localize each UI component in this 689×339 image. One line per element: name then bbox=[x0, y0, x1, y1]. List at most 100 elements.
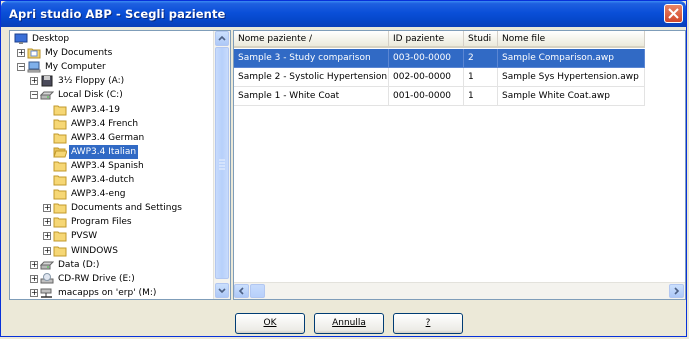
tree-item[interactable]: AWP3.4 German bbox=[10, 131, 215, 145]
folder-open-icon bbox=[53, 146, 68, 158]
cell-studies: 2 bbox=[464, 49, 498, 68]
tree-item-label: CD-RW Drive (E:) bbox=[58, 273, 135, 284]
tree-item-label: AWP3.4-dutch bbox=[71, 175, 135, 185]
tree-item[interactable]: AWP3.4-dutch bbox=[10, 173, 215, 187]
cell-patient-id: 002-00-0000 bbox=[389, 68, 464, 87]
expand-icon[interactable]: + bbox=[43, 246, 51, 255]
ok-button-label: OK bbox=[263, 318, 277, 328]
cancel-button-label: Annulla bbox=[332, 318, 366, 328]
folder-icon bbox=[53, 118, 67, 130]
patient-list[interactable]: Nome paziente / ID paziente Studi Nome f… bbox=[233, 30, 686, 300]
tree-item[interactable]: AWP3.4 Spanish bbox=[10, 159, 215, 173]
tree-item[interactable]: + Documents and Settings bbox=[10, 201, 215, 215]
folder-icon bbox=[53, 174, 67, 186]
folder-icon bbox=[53, 160, 67, 172]
close-button[interactable] bbox=[664, 4, 683, 23]
tree-item-label: 3½ Floppy (A:) bbox=[58, 76, 125, 87]
dialog-window: Apri studio ABP - Scegli paziente Deskto… bbox=[0, 0, 687, 337]
cell-patient-name: Sample 1 - White Coat bbox=[234, 87, 389, 106]
tree-item-label: Program Files bbox=[71, 217, 132, 228]
window-title: Apri studio ABP - Scegli paziente bbox=[9, 7, 226, 21]
column-header-patient-name[interactable]: Nome paziente / bbox=[234, 31, 389, 48]
floppy-icon bbox=[40, 75, 54, 87]
tree-item-label: Data (D:) bbox=[58, 259, 100, 270]
tree-item-label: My Documents bbox=[45, 48, 113, 59]
tree-item[interactable]: + WINDOWS bbox=[10, 244, 215, 258]
expand-icon[interactable]: + bbox=[43, 218, 51, 227]
expand-icon[interactable]: + bbox=[43, 232, 51, 241]
hard-drive-icon bbox=[39, 89, 55, 101]
network-drive-icon bbox=[40, 287, 54, 299]
collapse-icon[interactable]: − bbox=[17, 63, 25, 72]
tree-item-label: Local Disk (C:) bbox=[58, 90, 123, 101]
column-header-studies[interactable]: Studi bbox=[464, 31, 498, 48]
expand-icon[interactable]: + bbox=[30, 77, 38, 86]
tree-item-label: Desktop bbox=[32, 34, 70, 44]
cancel-button[interactable]: Annulla bbox=[314, 313, 384, 334]
button-bar: OK Annulla ? bbox=[4, 307, 685, 335]
tree-item[interactable]: − Local Disk (C:) bbox=[10, 88, 215, 102]
scroll-up-button[interactable] bbox=[215, 31, 229, 46]
tree-item-label: WINDOWS bbox=[71, 245, 118, 256]
tree-item-label: AWP3.4 Spanish bbox=[71, 160, 144, 171]
tree-item[interactable]: + PVSW bbox=[10, 229, 215, 243]
cell-patient-name: Sample 2 - Systolic Hypertension bbox=[234, 68, 389, 87]
expand-icon[interactable]: + bbox=[17, 49, 25, 58]
tree-item[interactable]: + macapps on 'erp' (M:) bbox=[10, 286, 215, 299]
tree-item-label: AWP3.4 German bbox=[71, 132, 145, 143]
cell-file-name: Sample Comparison.awp bbox=[498, 49, 645, 68]
cell-studies: 1 bbox=[464, 87, 498, 106]
scroll-down-button[interactable] bbox=[215, 283, 229, 298]
tree-item-label: Documents and Settings bbox=[71, 203, 182, 214]
tree-item-label: AWP3.4 Italian bbox=[69, 144, 139, 159]
cell-patient-id: 003-00-0000 bbox=[389, 49, 464, 68]
tree-item[interactable]: + Data (D:) bbox=[10, 258, 215, 272]
tree-item-label: AWP3.4-eng bbox=[71, 189, 126, 200]
folder-tree[interactable]: Desktop + My Documents − My Computer +3½ Flop… bbox=[9, 30, 231, 300]
tree-item[interactable]: +3½ Floppy (A:) bbox=[10, 74, 215, 88]
expand-icon[interactable]: + bbox=[30, 274, 38, 283]
column-header-file-name[interactable]: Nome file bbox=[498, 31, 645, 48]
title-bar[interactable]: Apri studio ABP - Scegli paziente bbox=[1, 1, 686, 27]
tree-item[interactable]: + CD-RW Drive (E:) bbox=[10, 272, 215, 286]
my-documents-icon bbox=[27, 47, 41, 59]
expand-icon[interactable]: + bbox=[30, 288, 38, 297]
tree-vertical-scrollbar[interactable] bbox=[213, 31, 230, 299]
tree-item[interactable]: AWP3.4-eng bbox=[10, 187, 215, 201]
scroll-right-button[interactable] bbox=[669, 284, 684, 298]
chevron-up-icon bbox=[218, 35, 226, 41]
expand-icon[interactable]: + bbox=[43, 204, 51, 213]
tree-item[interactable]: AWP3.4 French bbox=[10, 117, 215, 131]
folder-icon bbox=[53, 216, 67, 228]
help-button[interactable]: ? bbox=[393, 313, 463, 334]
chevron-left-icon bbox=[238, 287, 244, 295]
my-computer-icon bbox=[27, 61, 41, 73]
help-button-label: ? bbox=[425, 318, 431, 328]
expand-icon[interactable]: + bbox=[30, 260, 38, 269]
ok-button[interactable]: OK bbox=[235, 313, 305, 334]
tree-item-label: My Computer bbox=[45, 62, 106, 73]
scroll-left-button[interactable] bbox=[234, 284, 249, 298]
folder-icon bbox=[53, 104, 67, 116]
collapse-icon[interactable]: − bbox=[30, 91, 38, 100]
tree-item[interactable]: − My Computer bbox=[10, 60, 215, 74]
chevron-right-icon bbox=[674, 287, 680, 295]
folder-icon bbox=[53, 132, 67, 144]
tree-item[interactable]: Desktop bbox=[10, 32, 215, 46]
tree-item-label: PVSW bbox=[71, 231, 98, 242]
tree-item[interactable]: AWP3.4-19 bbox=[10, 103, 215, 117]
tree-item[interactable]: + Program Files bbox=[10, 215, 215, 229]
column-header-patient-id[interactable]: ID paziente bbox=[389, 31, 464, 48]
folder-icon bbox=[53, 202, 67, 214]
cell-patient-id: 001-00-0000 bbox=[389, 87, 464, 106]
folder-icon bbox=[53, 230, 67, 242]
list-horizontal-scrollbar[interactable] bbox=[234, 282, 685, 299]
cell-file-name: Sample Sys Hypertension.awp bbox=[498, 68, 645, 87]
chevron-down-icon bbox=[218, 288, 226, 294]
tree-item-label: AWP3.4-19 bbox=[71, 104, 121, 115]
tree-scroll-thumb[interactable] bbox=[215, 47, 229, 279]
tree-item[interactable]: AWP3.4 Italian bbox=[10, 144, 215, 159]
dialog-content: Desktop + My Documents − My Computer +3½ Flop… bbox=[4, 27, 686, 335]
list-scroll-thumb[interactable] bbox=[250, 284, 265, 298]
tree-item[interactable]: + My Documents bbox=[10, 46, 215, 60]
